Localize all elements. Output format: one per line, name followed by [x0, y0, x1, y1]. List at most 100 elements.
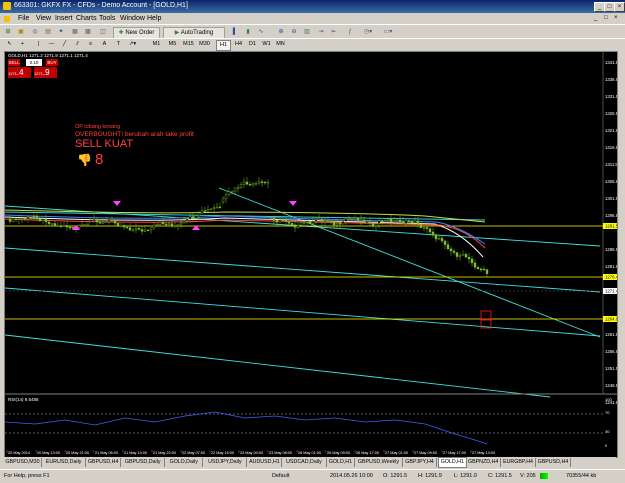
tf-m30[interactable]: M30 — [198, 40, 211, 49]
tab-gold-daily[interactable]: GOLD,Daily — [165, 458, 204, 467]
candle-body — [320, 218, 324, 222]
zoom-out-icon[interactable]: ⊖ — [289, 27, 299, 37]
zoom-in-icon[interactable]: ⊕ — [276, 27, 286, 37]
bar-chart-icon[interactable]: ▌ — [230, 27, 240, 37]
menu-charts[interactable]: Charts — [76, 15, 97, 22]
data-window-icon[interactable]: ▤ — [43, 27, 53, 37]
candlestick-icon[interactable]: ▮ — [243, 27, 253, 37]
tab-gbpusd-weekly[interactable]: GBPUSD,Weekly — [355, 458, 403, 467]
strategy-tester-icon[interactable]: ▩ — [83, 27, 93, 37]
vertical-line-icon[interactable]: | — [32, 40, 45, 49]
chart-shift-icon[interactable]: ⇤ — [329, 27, 339, 37]
candle-body — [158, 221, 162, 225]
tab-eurgbp-h4[interactable]: EURGBP,H4 — [501, 458, 536, 467]
tab-usdcad-daily[interactable]: USDCAD,Daily — [282, 458, 327, 467]
tab-gbpusd-m30[interactable]: GBPUSD,M30 — [4, 458, 42, 467]
tab-gold-h1[interactable]: GOLD,H1 — [437, 457, 468, 468]
navigator-icon[interactable]: ✦ — [56, 27, 66, 37]
horizontal-line-icon[interactable]: — — [45, 40, 58, 49]
fibonacci-icon[interactable]: ≡ — [84, 40, 97, 49]
chart-canvas[interactable]: 1341.5 1336.5 1331.5 1326.5 1321.5 1316.5 1311… — [5, 52, 617, 457]
tf-h1[interactable]: H1 — [216, 40, 231, 51]
tab-gold-h1[interactable]: GOLD,H1 — [327, 458, 356, 467]
menu-help[interactable]: Help — [147, 15, 161, 22]
profiles-icon[interactable]: ▣ — [16, 27, 26, 37]
lots-field[interactable]: 0.10 — [26, 59, 42, 66]
price-label: 1246.5 — [605, 383, 617, 388]
tab-gbpusd-h4[interactable]: GBPUSD,H4 — [536, 458, 571, 467]
text-icon[interactable]: A — [98, 40, 111, 49]
menu-view[interactable]: View — [36, 15, 51, 22]
candle-body — [125, 226, 129, 229]
candle-body — [416, 220, 420, 225]
tf-m5[interactable]: M5 — [166, 40, 179, 49]
time-label: 23 May 08:00 — [269, 451, 292, 455]
sell-button[interactable]: SELL — [8, 59, 20, 66]
candle-body — [164, 223, 168, 226]
templates-icon[interactable]: ▭▾ — [380, 27, 396, 37]
candle-body — [296, 225, 300, 228]
mdi-restore-button[interactable]: □ — [604, 15, 608, 21]
periods-icon[interactable]: ◷▾ — [360, 27, 376, 37]
tab-gbpnzd-h4[interactable]: GBPNZD,H4 — [466, 458, 502, 467]
label-icon[interactable]: T — [112, 40, 125, 49]
candle-body — [200, 210, 204, 214]
arrow-down-1 — [113, 201, 121, 206]
new-chart-icon[interactable]: ⊞ — [3, 27, 13, 37]
tile-windows-icon[interactable]: ▥ — [302, 27, 312, 37]
price-label: 1256.5 — [605, 349, 617, 354]
tf-h4[interactable]: H4 — [232, 40, 245, 49]
close-button[interactable]: × — [614, 2, 625, 12]
tab-gbpusd-daily[interactable]: GBPUSD,Daily — [121, 458, 166, 467]
tf-d1[interactable]: D1 — [246, 40, 259, 49]
indicators-icon[interactable]: ƒ — [345, 27, 355, 37]
candle-body — [395, 219, 399, 222]
ask-price[interactable]: 1271.9 — [34, 67, 57, 78]
menu-insert[interactable]: Insert — [55, 15, 73, 22]
tf-m1[interactable]: M1 — [150, 40, 163, 49]
tf-m15[interactable]: M15 — [182, 40, 195, 49]
history-icon[interactable]: ◫ — [98, 27, 108, 37]
candle-body — [299, 222, 303, 226]
arrows-icon[interactable]: ↗▾ — [126, 40, 139, 49]
menu-file[interactable]: File — [18, 15, 29, 22]
status-bar: For Help, press F1 Default 2014.05.26 10… — [0, 469, 625, 483]
tab-audusd-h1[interactable]: AUDUSD,H1 — [248, 458, 283, 467]
candle-body — [98, 221, 102, 224]
chart-window[interactable]: 1341.5 1336.5 1331.5 1326.5 1321.5 1316.5 1311… — [4, 51, 618, 458]
line-chart-icon[interactable]: ∿ — [256, 27, 266, 37]
title-bar: 663301: GKFX FX - CFDs - Demo Account - … — [0, 0, 625, 13]
candle-body — [398, 219, 402, 223]
trendline-channel-3 — [5, 287, 601, 337]
candle-body — [479, 268, 483, 271]
candle-body — [227, 191, 231, 196]
menu-window[interactable]: Window — [120, 15, 145, 22]
candle-body — [458, 255, 462, 257]
time-axis: 20 May 2014 20 May 13:00 20 May 21:00 21 Ma… — [6, 450, 495, 455]
chart-icon[interactable] — [4, 16, 10, 22]
candle-body — [161, 221, 165, 225]
tab-eurusd-daily[interactable]: EURUSD,Daily — [42, 458, 87, 467]
candle-body — [338, 223, 342, 225]
price-label: 1336.5 — [605, 77, 617, 82]
candle-body — [50, 223, 54, 225]
mdi-minimize-button[interactable]: _ — [594, 15, 597, 21]
tab-gbpjpy-h4[interactable]: GBPJPY,H4 — [403, 458, 438, 467]
market-watch-icon[interactable]: ◎ — [30, 27, 40, 37]
autoscroll-icon[interactable]: ⇥ — [316, 27, 326, 37]
buy-button[interactable]: BUY — [46, 59, 58, 66]
tf-mn[interactable]: MN — [274, 40, 287, 49]
tab-usdjpy-daily[interactable]: USDJPY,Daily — [203, 458, 248, 467]
channel-icon[interactable]: ⫽ — [71, 40, 84, 49]
cursor-icon[interactable]: ↖ — [3, 40, 16, 49]
menu-tools[interactable]: Tools — [99, 15, 115, 22]
tab-gbpusd-h4[interactable]: GBPUSD,H4 — [86, 458, 122, 467]
price-label: 1281.5 — [605, 264, 617, 269]
candle-body — [83, 224, 87, 226]
trendline-icon[interactable]: ╱ — [58, 40, 71, 49]
terminal-icon[interactable]: ▦ — [70, 27, 80, 37]
tf-w1[interactable]: W1 — [260, 40, 273, 49]
mdi-close-button[interactable]: × — [614, 15, 618, 21]
crosshair-icon[interactable]: + — [16, 40, 29, 49]
bid-price[interactable]: 1271.4 — [8, 67, 31, 78]
